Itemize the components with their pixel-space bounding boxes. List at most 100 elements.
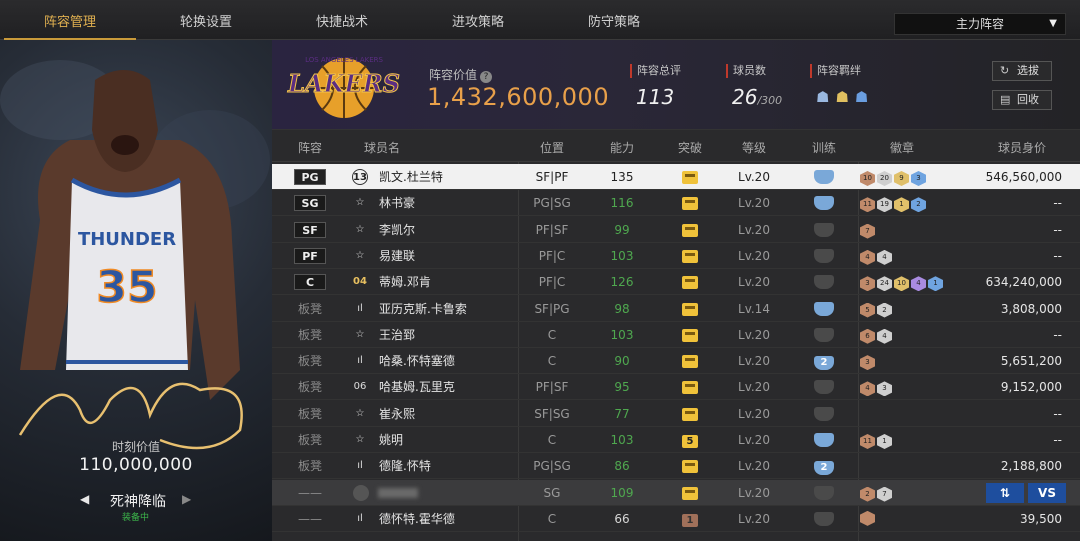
training-icon[interactable] — [814, 301, 834, 316]
row-slot: 板凳 — [290, 401, 330, 427]
training-icon[interactable]: 2 — [814, 461, 834, 476]
col-slot: 阵容 — [297, 141, 322, 155]
bond-icons[interactable]: ☗ ☗ ☗ — [816, 88, 868, 106]
table-row[interactable]: 板凳 ıl 哈桑.怀特塞德 C 90 Lv.20 2 3 5,651,200 — [272, 348, 1080, 375]
badge-icon: 10 — [860, 171, 875, 186]
player-name[interactable]: 蒂姆.邓肯 — [379, 269, 431, 295]
training-icon[interactable] — [814, 511, 834, 526]
lineup-select[interactable]: 主力阵容 ▼ — [894, 13, 1066, 35]
table-row[interactable]: 板凳 ☆ 姚明 C 103 5 Lv.20 11 1 -- — [272, 427, 1080, 453]
tab-defense[interactable]: 防守策略 — [548, 0, 680, 40]
bond-gold-icon: ☗ — [835, 88, 849, 106]
player-name[interactable]: 王治郅 — [379, 322, 415, 348]
bench-label: 板凳 — [297, 459, 322, 474]
row-position: PF|SF — [535, 380, 569, 395]
bench-label: 板凳 — [297, 327, 322, 342]
row-training — [794, 480, 854, 506]
position-slot: C — [294, 274, 326, 291]
swap-button[interactable]: ⇅ — [986, 482, 1024, 503]
table-row[interactable]: PG 13 凯文.杜兰特 SF|PF 135 Lv.20 10 20 9 3 546,560,000 — [272, 164, 1080, 190]
training-icon[interactable] — [814, 380, 834, 395]
tab-rotation[interactable]: 轮换设置 — [140, 0, 272, 40]
row-price: -- — [1053, 248, 1062, 263]
player-name[interactable]: 崔永熙 — [379, 401, 415, 427]
tab-offense[interactable]: 进攻策略 — [412, 0, 544, 40]
row-breakthrough — [660, 243, 720, 269]
player-name[interactable]: 林书豪 — [379, 190, 415, 216]
badge-icon: 9 — [894, 171, 909, 186]
row-slot: 板凳 — [290, 348, 330, 374]
row-badges: 11 1 — [860, 432, 894, 449]
row-ability: 66 — [614, 511, 630, 526]
training-icon[interactable] — [814, 170, 834, 184]
player-name[interactable]: 亚历克斯.卡鲁索 — [379, 296, 467, 322]
training-icon[interactable] — [814, 406, 834, 421]
chevron-down-icon: ▼ — [1049, 18, 1057, 29]
row-level: Lv.20 — [738, 433, 770, 447]
player-name[interactable]: 易建联 — [379, 243, 415, 269]
col-price: 球员身价 — [997, 141, 1046, 155]
row-position: C — [547, 354, 557, 369]
crown-icon — [682, 197, 698, 211]
vs-button[interactable]: VS — [1028, 482, 1066, 503]
crown-icon — [682, 486, 698, 500]
player-name[interactable]: 哈桑.怀特塞德 — [379, 348, 455, 374]
row-level: Lv.20 — [738, 196, 770, 211]
avatar — [353, 484, 369, 501]
tab-quick-tactics[interactable]: 快捷战术 — [276, 0, 408, 40]
row-price: 9,152,000 — [1000, 380, 1062, 395]
player-name[interactable]: 哈基姆.瓦里克 — [379, 374, 455, 400]
row-position: PF|SF — [535, 222, 569, 237]
player-name[interactable]: 德隆.怀特 — [379, 453, 431, 479]
tab-lineup-manage[interactable]: 阵容管理 — [4, 0, 136, 40]
row-ability: 103 — [610, 327, 634, 342]
row-ability: 98 — [614, 301, 630, 316]
player-name[interactable]: 姚明 — [379, 427, 403, 453]
row-ability: 95 — [614, 380, 630, 395]
training-icon[interactable] — [814, 222, 834, 237]
player-count-label: 球员数 — [726, 64, 766, 78]
recycle-button[interactable]: ▤ 回收 — [992, 90, 1052, 110]
table-row[interactable]: —— SG 109 Lv.20 2 7 ⇅ VS — [272, 479, 1080, 506]
row-slot: PF — [290, 243, 330, 269]
training-icon[interactable] — [814, 433, 834, 447]
table-row[interactable]: 板凳 ıl 德隆.怀特 PG|SG 86 Lv.20 2 2,188,800 — [272, 453, 1080, 480]
table-row[interactable]: —— ıl 德怀特.霍华德 C 66 1 Lv.20 39,500 — [272, 506, 1080, 532]
table-row[interactable]: PF ☆ 易建联 PF|C 103 Lv.20 4 4 -- — [272, 243, 1080, 269]
badge-icon: 4 — [860, 249, 875, 265]
row-ability: 103 — [610, 433, 634, 447]
training-icon[interactable] — [814, 485, 834, 500]
player-name[interactable]: 凯文.杜兰特 — [379, 164, 443, 190]
table-row[interactable]: SG ☆ 林书豪 PG|SG 116 Lv.20 11 19 1 2 -- — [272, 190, 1080, 217]
table-row[interactable]: SF ☆ 李凯尔 PF|SF 99 Lv.20 7 -- — [272, 217, 1080, 243]
row-slot: —— — [290, 480, 330, 506]
crown-icon — [682, 381, 698, 395]
bench-label: 板凳 — [297, 380, 322, 395]
badge-icon: 4 — [877, 249, 892, 265]
chevron-right-icon[interactable]: ▶ — [182, 492, 191, 506]
training-icon[interactable] — [814, 327, 834, 342]
chevron-left-icon[interactable]: ◀ — [80, 492, 89, 506]
table-row[interactable]: 板凳 06 哈基姆.瓦里克 PF|SF 95 Lv.20 4 3 9,152,000 — [272, 374, 1080, 401]
row-badges: 52 — [860, 301, 894, 318]
table-row[interactable]: 板凳 ☆ 崔永熙 SF|SG 77 Lv.20 -- — [272, 401, 1080, 427]
badge-icon: 4 — [911, 276, 926, 292]
select-button[interactable]: ↻ 选拔 — [992, 61, 1052, 81]
player-name[interactable]: 德怀特.霍华德 — [379, 506, 455, 532]
badge-icon: 2 — [911, 197, 926, 213]
recycle-icon: ▤ — [1000, 93, 1011, 106]
table-row[interactable]: 板凳 ☆ 王治郅 C 103 Lv.20 6 4 -- — [272, 322, 1080, 348]
row-price: 546,560,000 — [985, 170, 1062, 184]
row-training — [794, 190, 854, 216]
help-icon[interactable]: ? — [480, 71, 493, 83]
app-root: 阵容管理 轮换设置 快捷战术 进攻策略 防守策略 主力阵容 ▼ THUNDER … — [0, 0, 1080, 541]
training-icon[interactable] — [814, 248, 834, 263]
training-icon[interactable] — [814, 196, 834, 211]
row-position: SF|PG — [534, 301, 570, 316]
training-icon[interactable] — [814, 275, 834, 290]
table-row[interactable]: 板凳 ıl 亚历克斯.卡鲁索 SF|PG 98 Lv.14 5 2 3,808,000 — [272, 296, 1080, 322]
player-name[interactable]: 李凯尔 — [379, 217, 415, 243]
row-ability: 116 — [610, 196, 634, 211]
table-row[interactable]: C 04 蒂姆.邓肯 PF|C 126 Lv.20 3 24 10 4 1 634,240,000 — [272, 269, 1080, 296]
training-icon[interactable]: 2 — [814, 356, 834, 371]
